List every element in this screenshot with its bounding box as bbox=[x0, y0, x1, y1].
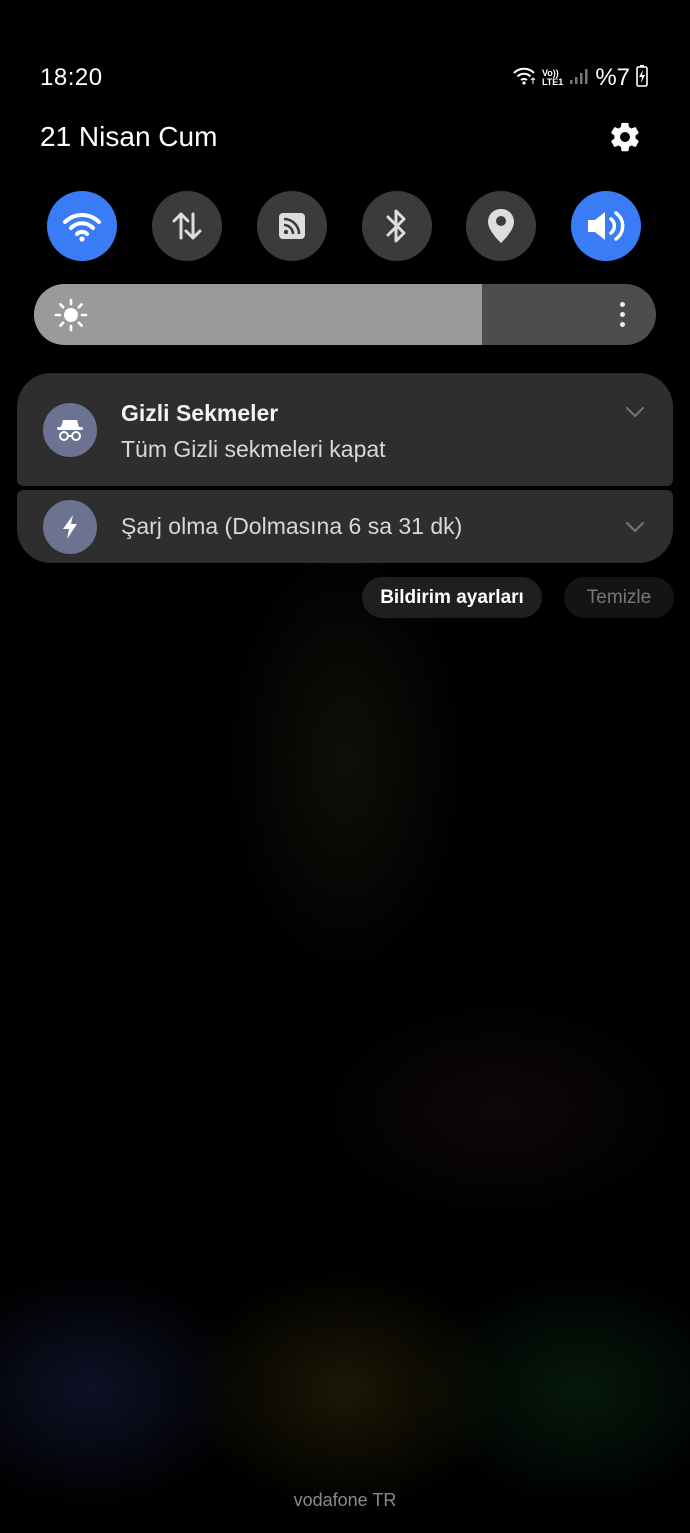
sound-toggle[interactable] bbox=[571, 191, 641, 261]
notification-settings-button[interactable]: Bildirim ayarları bbox=[362, 577, 542, 618]
notification-text: Şarj olma (Dolmasına 6 sa 31 dk) bbox=[121, 513, 463, 539]
sun-icon bbox=[54, 298, 88, 332]
brightness-more-button[interactable] bbox=[610, 284, 634, 345]
wifi-status-icon bbox=[512, 66, 536, 91]
cast-toggle[interactable] bbox=[257, 191, 327, 261]
battery-charging-icon bbox=[636, 64, 648, 92]
more-dot bbox=[619, 322, 625, 327]
notification-incognito-tabs[interactable]: Gizli Sekmeler Tüm Gizli sekmeleri kapat bbox=[17, 373, 673, 486]
clear-button[interactable]: Temizle bbox=[564, 577, 674, 618]
chevron-down-icon[interactable] bbox=[625, 406, 645, 418]
bluetooth-toggle[interactable] bbox=[362, 191, 432, 261]
gear-icon bbox=[611, 122, 639, 152]
notification-shade: 18:20 Vo)) LTE1 %7 21 Nisan Cum Gizli Se… bbox=[0, 0, 690, 1533]
volte-label: Vo)) LTE1 bbox=[542, 69, 563, 87]
brightness-slider[interactable] bbox=[34, 284, 656, 345]
data-transfer-icon bbox=[172, 212, 202, 240]
more-dot bbox=[619, 312, 625, 317]
charging-app-icon bbox=[43, 500, 97, 554]
speaker-icon bbox=[588, 211, 625, 241]
date-label: 21 Nisan Cum bbox=[40, 121, 218, 152]
location-pin-icon bbox=[488, 209, 514, 243]
battery-percent: %7 bbox=[595, 64, 630, 91]
more-dot bbox=[619, 302, 625, 307]
notification-list: Gizli Sekmeler Tüm Gizli sekmeleri kapat… bbox=[17, 373, 673, 563]
lightning-icon bbox=[63, 515, 77, 539]
incognito-icon bbox=[57, 420, 83, 441]
status-time: 18:20 bbox=[40, 64, 103, 91]
bluetooth-icon bbox=[386, 209, 406, 243]
carrier-label: vodafone TR bbox=[293, 1490, 397, 1510]
notification-title: Gizli Sekmeler bbox=[121, 400, 279, 426]
incognito-app-icon bbox=[43, 403, 97, 457]
notification-text: Tüm Gizli sekmeleri kapat bbox=[121, 436, 386, 462]
mobile-data-toggle[interactable] bbox=[152, 191, 222, 261]
wifi-icon bbox=[63, 212, 101, 242]
signal-icon bbox=[569, 67, 589, 90]
wifi-toggle[interactable] bbox=[47, 191, 117, 261]
brightness-fill bbox=[34, 284, 482, 345]
chevron-down-icon[interactable] bbox=[625, 521, 645, 533]
notification-charging[interactable]: Şarj olma (Dolmasına 6 sa 31 dk) bbox=[17, 490, 673, 563]
settings-button[interactable] bbox=[608, 120, 642, 154]
status-icons: Vo)) LTE1 %7 bbox=[512, 64, 648, 92]
cast-icon bbox=[279, 213, 305, 239]
volte-bottom: LTE1 bbox=[541, 77, 564, 87]
location-toggle[interactable] bbox=[466, 191, 536, 261]
